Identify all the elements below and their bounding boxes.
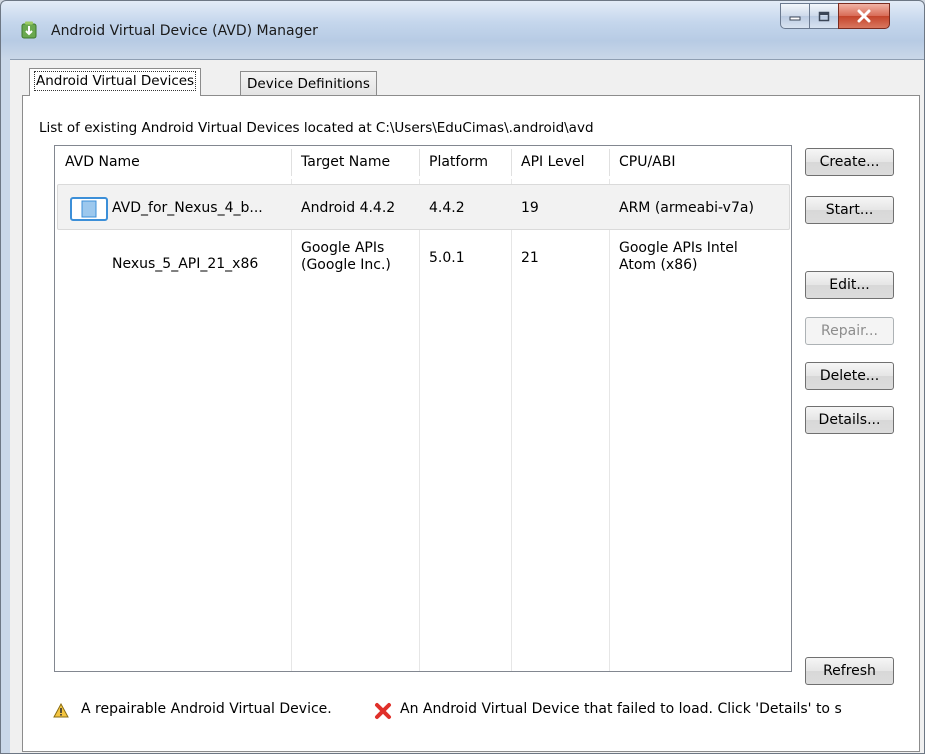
avd-location-label: List of existing Android Virtual Devices… [39, 120, 594, 136]
details-button[interactable]: Details... [805, 406, 894, 434]
row-api-level: 19 [521, 200, 539, 216]
column-header-cpu-abi[interactable]: CPU/ABI [609, 146, 789, 179]
title-bar[interactable]: Android Virtual Device (AVD) Manager [1, 1, 924, 61]
row-platform: 5.0.1 [429, 250, 465, 266]
refresh-button[interactable]: Refresh [805, 657, 894, 685]
legend-failed-text: An Android Virtual Device that failed to… [400, 701, 842, 717]
window-title: Android Virtual Device (AVD) Manager [51, 23, 318, 39]
row-cpu-abi-line2: Atom (x86) [619, 257, 698, 273]
avd-manager-window: Android Virtual Device (AVD) Manager And… [0, 0, 925, 754]
maximize-icon [818, 11, 830, 21]
row-api-level: 21 [521, 250, 539, 266]
tab-label: Device Definitions [247, 76, 370, 92]
android-download-icon [21, 21, 37, 39]
create-button[interactable]: Create... [805, 148, 894, 176]
close-icon [857, 9, 871, 23]
delete-button[interactable]: Delete... [805, 362, 894, 390]
column-header-platform[interactable]: Platform [419, 146, 511, 179]
row-avd-name: AVD_for_Nexus_4_b... [112, 200, 263, 216]
legend-repairable-text: A repairable Android Virtual Device. [81, 701, 332, 717]
repair-button[interactable]: Repair... [805, 317, 894, 345]
start-button[interactable]: Start... [805, 196, 894, 224]
edit-button[interactable]: Edit... [805, 271, 894, 299]
row-target-name: Android 4.4.2 [301, 200, 396, 216]
row-target-name-line2: (Google Inc.) [301, 257, 391, 273]
red-x-icon [375, 703, 391, 719]
column-header-api-level[interactable]: API Level [511, 146, 609, 179]
avd-table[interactable]: AVD Name Target Name Platform API Level … [54, 145, 792, 672]
maximize-button[interactable] [809, 3, 839, 29]
tablet-device-icon [70, 197, 108, 221]
minimize-icon [789, 16, 801, 21]
tab-android-virtual-devices[interactable]: Android Virtual Devices [29, 68, 202, 96]
tab-device-definitions[interactable]: Device Definitions [240, 71, 377, 97]
row-avd-name: Nexus_5_API_21_x86 [112, 256, 259, 272]
row-cpu-abi: ARM (armeabi-v7a) [619, 200, 754, 216]
warning-triangle-icon [53, 703, 69, 718]
minimize-button[interactable] [780, 3, 810, 29]
column-header-avd-name[interactable]: AVD Name [55, 146, 291, 179]
row-platform: 4.4.2 [429, 200, 465, 216]
close-button[interactable] [838, 3, 890, 29]
row-target-name-line1: Google APIs [301, 240, 385, 256]
tab-label: Android Virtual Devices [33, 71, 197, 91]
row-cpu-abi-line1: Google APIs Intel [619, 240, 738, 256]
column-header-target-name[interactable]: Target Name [291, 146, 419, 179]
